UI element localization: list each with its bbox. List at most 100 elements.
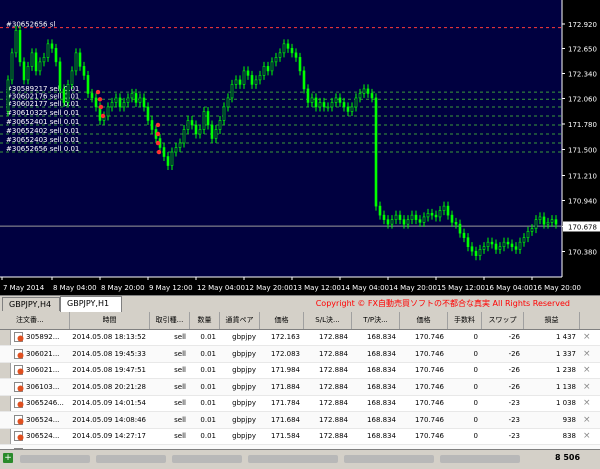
table-cell: 306524...	[26, 415, 60, 424]
candle-body	[398, 214, 402, 220]
candle-body	[522, 237, 526, 243]
candle-body	[278, 52, 282, 58]
candle-body	[506, 241, 510, 245]
column-header[interactable]: S/L決...	[304, 312, 352, 329]
candle-body	[198, 129, 202, 135]
trade-terminal: 注文番... 時間 取引種... 数量 通貨ペア 価格 S/L決... T/P決... 価格 手数…	[0, 312, 600, 468]
close-order-icon[interactable]: ×	[583, 395, 591, 412]
margin-field	[172, 455, 242, 463]
candle-body	[374, 97, 378, 207]
table-cell: sell	[174, 349, 186, 358]
table-row[interactable]: 3065246... 2014.05.09 14:01:54 sell 0.01 gbp…	[0, 395, 600, 412]
close-order-icon[interactable]: ×	[583, 412, 591, 429]
table-cell: 0	[473, 382, 478, 391]
column-header[interactable]: 通貨ペア	[220, 312, 260, 329]
table-cell: 0	[473, 349, 478, 358]
table-row[interactable]: 306021... 2014.05.08 19:45:33 sell 0.01 gbpj…	[0, 345, 600, 363]
table-cell: sell	[174, 382, 186, 391]
price-tick-label: 172.650	[568, 46, 597, 54]
table-cell: 306021...	[26, 349, 60, 358]
table-cell: 838	[562, 432, 576, 440]
candle-body	[450, 214, 454, 223]
free-margin-field	[248, 455, 338, 463]
candle-body	[466, 237, 470, 247]
candle-body	[366, 88, 370, 94]
column-header[interactable]: 時間	[70, 312, 150, 329]
order-entry-marker	[95, 89, 101, 95]
table-cell: 171.584	[271, 432, 300, 440]
table-row[interactable]: 306524... 2014.05.09 14:08:46 sell 0.01 gbpj…	[0, 411, 600, 429]
close-order-icon[interactable]: ×	[583, 362, 591, 379]
tab-gbpjpy-h4[interactable]: GBPJPY,H4	[2, 297, 60, 311]
close-order-icon[interactable]: ×	[583, 428, 591, 445]
table-cell: -23	[508, 415, 520, 424]
candle-body	[294, 52, 298, 58]
candle-body	[134, 93, 138, 103]
price-tick-label: 172.060	[568, 96, 597, 104]
candle-body	[310, 97, 314, 103]
table-cell: 171.884	[271, 382, 300, 391]
candle-body	[378, 205, 382, 216]
column-header[interactable]: 注文番...	[10, 312, 70, 329]
table-cell: 2014.05.09 14:01:54	[72, 399, 146, 407]
candle-body	[382, 214, 386, 220]
table-row[interactable]: 305892... 2014.05.08 18:13:52 sell 0.01 gbpj…	[0, 329, 600, 346]
table-row[interactable]: 306021... 2014.05.08 19:47:51 sell 0.01 gbpj…	[0, 362, 600, 379]
candle-body	[10, 52, 14, 81]
table-cell: 0.01	[200, 415, 216, 424]
candle-body	[94, 97, 98, 108]
table-cell: 1 038	[555, 399, 576, 407]
candle-body	[534, 219, 538, 229]
order-line-label: #30652401 sell 0.01	[6, 118, 79, 126]
candle-body	[270, 61, 274, 72]
close-order-icon[interactable]: ×	[583, 379, 591, 396]
candle-body	[414, 214, 418, 220]
column-header[interactable]: 価格	[260, 312, 304, 329]
time-tick-label: 9 May 12:00	[149, 284, 193, 292]
candle-body	[390, 219, 394, 225]
candle-body	[170, 151, 174, 166]
candle-body	[42, 57, 46, 63]
column-header[interactable]: 損益	[524, 312, 580, 329]
table-cell: -26	[508, 366, 520, 374]
candle-body	[370, 93, 374, 99]
table-cell: -23	[508, 432, 520, 440]
candle-body	[58, 61, 62, 90]
table-cell: 2014.05.09 14:27:17	[72, 432, 146, 440]
table-cell: sell	[174, 366, 186, 374]
candle-body	[326, 106, 330, 109]
candle-body	[430, 213, 434, 216]
price-chart[interactable]: 172.920 172.650 172.340 172.060 171.780 171.5…	[0, 0, 600, 295]
candle-body	[446, 205, 450, 216]
balance-field	[20, 455, 90, 463]
close-order-icon[interactable]: ×	[583, 329, 591, 346]
copyright-notice: Copyright © FX自動売買ソフトの不都合な真実 All Rights …	[315, 299, 570, 308]
table-cell: 168.834	[367, 366, 396, 374]
candle-body	[486, 241, 490, 247]
candle-body	[230, 84, 234, 99]
time-tick-label: 7 May 2014	[3, 284, 45, 292]
close-order-icon[interactable]: ×	[583, 346, 591, 363]
candle-body	[178, 142, 182, 148]
column-header[interactable]: 手数料	[448, 312, 482, 329]
tab-gbpjpy-h1[interactable]: GBPJPY,H1	[60, 296, 122, 312]
column-header[interactable]: 価格	[400, 312, 448, 329]
table-cell: sell	[174, 415, 186, 424]
candle-body	[110, 102, 114, 108]
column-header[interactable]: T/P決...	[352, 312, 400, 329]
plus-icon[interactable]: +	[3, 453, 13, 463]
candle-body	[290, 48, 294, 54]
column-header[interactable]: スワップ	[482, 312, 524, 329]
column-header[interactable]: 数量	[190, 312, 220, 329]
candle-body	[214, 129, 218, 139]
table-cell: gbpjpy	[232, 432, 256, 440]
table-cell: 172.163	[271, 333, 300, 341]
column-header[interactable]: 取引種...	[150, 312, 190, 329]
table-row[interactable]: 306103... 2014.05.08 20:21:28 sell 0.01 gbpj…	[0, 378, 600, 396]
table-cell: 168.834	[367, 349, 396, 358]
candle-body	[258, 75, 262, 81]
table-row[interactable]: 306524... 2014.05.09 14:27:17 sell 0.01 gbpj…	[0, 428, 600, 445]
time-tick-label: 14 May 04:00	[341, 284, 389, 292]
candle-body	[438, 210, 442, 218]
candle-body	[14, 30, 18, 54]
